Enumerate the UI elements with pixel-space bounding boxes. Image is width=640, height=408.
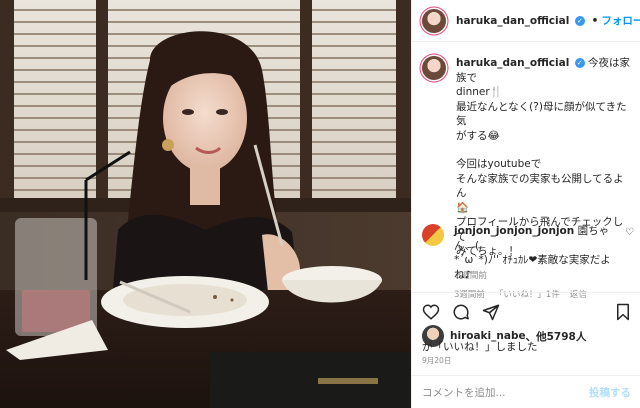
caption-line: 今回はyoutubeで [456,158,542,170]
bookmark-icon[interactable] [615,303,631,321]
heart-icon[interactable] [422,303,440,321]
post-sidebar: haruka_dan_official ✓ • フォローする haruka_da… [411,0,640,408]
caption-author-avatar[interactable] [422,56,446,80]
share-icon[interactable] [482,303,500,321]
likes-suffix: が「いいね！」しました [422,341,538,353]
author-username[interactable]: haruka_dan_official ✓ • [456,15,601,27]
caption-line: がする😂 [456,129,500,142]
verified-badge-icon: ✓ [574,15,585,26]
post-comment-button[interactable]: 投稿する [589,385,631,400]
author-avatar[interactable] [422,8,446,33]
post-photo[interactable] [0,0,411,408]
commenter-username[interactable]: jonjon_jonjon_jonjon [454,225,574,237]
post-actions: hiroaki_nabe 、他5798人 が「いいね！」しました 9月20日 投… [412,292,640,408]
comment-input[interactable] [422,386,589,399]
author-username-text[interactable]: haruka_dan_official [456,15,569,27]
caption-verified-badge-icon: ✓ [574,58,585,68]
comment-like-heart-icon[interactable]: ♡ [625,227,634,238]
follow-button[interactable]: フォローする [601,13,640,28]
caption-line: 🏠 [456,201,470,214]
comment-text-line: ね♪ [454,268,472,281]
caption-author-username[interactable]: haruka_dan_official [456,57,569,69]
comment-item: jonjon_jonjon_jonjon 園ちゃん、( *´ω`*)ﾉ'' ｵﾁ… [422,224,634,303]
header-separator: • [591,14,599,27]
caption-line: dinner🍴 [456,86,503,98]
comment-icon[interactable] [452,303,470,321]
caption-line: そんな家族での実家も公開してるよん [456,172,624,200]
comment-form: 投稿する [412,375,640,408]
post-header: haruka_dan_official ✓ • フォローする [412,0,640,42]
commenter-avatar[interactable] [422,224,444,246]
action-icons [422,303,500,321]
caption-line: 最近なんとなく(?)母に顔が似てきた気 [456,100,627,128]
photo-illustration [0,0,411,408]
post-date[interactable]: 9月20日 [422,355,451,366]
comment-text-line: *´ω`*)ﾉ'' ｵﾁｭｶﾚ❤素敵な実家だよ [454,254,611,266]
save-button[interactable] [615,303,631,321]
